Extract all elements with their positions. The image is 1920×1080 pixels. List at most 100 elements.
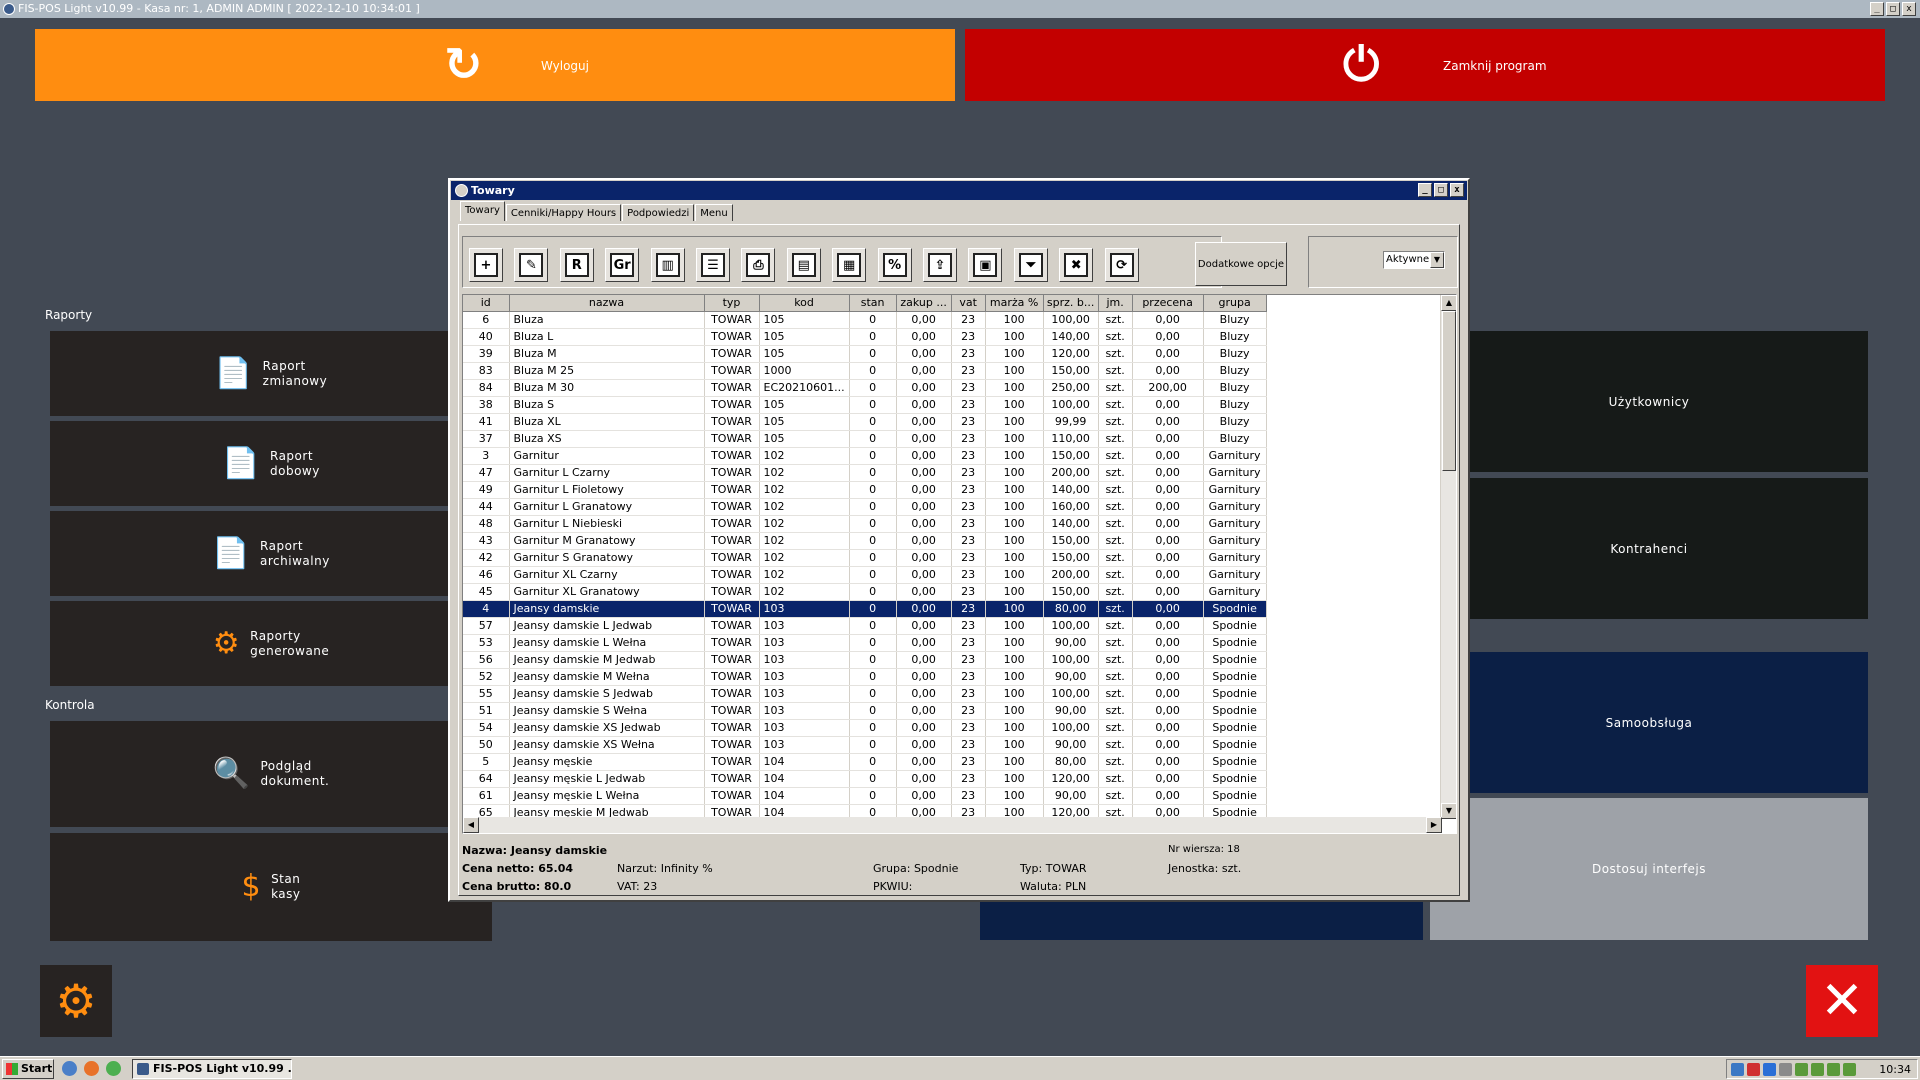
horizontal-scrollbar[interactable]: ◀ ▶ [463, 817, 1442, 833]
antivirus-icon[interactable] [1747, 1062, 1760, 1076]
vertical-scrollbar[interactable]: ▲ ▼ [1440, 295, 1456, 819]
table-row[interactable]: 61 Jeansy męskie L Wełna TOWAR 104 0 0,00 23 10… [463, 787, 1267, 805]
column-header[interactable]: id [463, 295, 510, 312]
table-row[interactable]: 55 Jeansy damskie S Jedwab TOWAR 103 0 0,00 23… [463, 685, 1267, 703]
generated-reports-tile[interactable]: ⚙ Raporty generowane [50, 601, 492, 686]
list-settings-button[interactable]: ☰ [696, 248, 730, 282]
cash-register-button[interactable]: ▦ [832, 248, 867, 282]
exit-button[interactable]: ✕ [1806, 965, 1878, 1037]
table-row[interactable]: 48 Garnitur L Niebieski TOWAR 102 0 0,00 23 100… [463, 515, 1267, 533]
dialog-maximize-button[interactable]: □ [1434, 183, 1448, 197]
settings-button[interactable]: ⚙ [40, 965, 112, 1037]
hidden-tile[interactable] [980, 898, 1423, 940]
table-row[interactable]: 45 Garnitur XL Granatowy TOWAR 102 0 0,00 23 10… [463, 583, 1267, 601]
table-row[interactable]: 54 Jeansy damskie XS Jedwab TOWAR 103 0 0,00 2… [463, 719, 1267, 737]
dialog-minimize-button[interactable]: _ [1418, 183, 1432, 197]
users-tile[interactable]: Użytkownicy [1430, 331, 1868, 472]
scroll-right-button[interactable]: ▶ [1426, 817, 1442, 833]
table-row[interactable]: 49 Garnitur L Fioletowy TOWAR 102 0 0,00 23 100… [463, 481, 1267, 499]
percent-button[interactable]: % [877, 248, 912, 282]
table-row[interactable]: 5 Jeansy męskie TOWAR 104 0 0,00 23 100 80,00 szt… [463, 753, 1267, 771]
shield-icon[interactable] [1763, 1062, 1776, 1076]
table-row[interactable]: 56 Jeansy damskie M Jedwab TOWAR 103 0 0,00 23… [463, 651, 1267, 669]
tab-products[interactable]: Towary [460, 201, 505, 221]
column-header[interactable]: kod [759, 295, 850, 312]
barcode-button[interactable]: ▥ [650, 248, 685, 282]
logout-button[interactable]: ↻ Wyloguj [35, 29, 955, 101]
table-row[interactable]: 84 Bluza M 30 TOWAR EC20210601... 0 0,00 23 100… [463, 379, 1267, 397]
table-row[interactable]: 64 Jeansy męskie L Jedwab TOWAR 104 0 0,00 23 1… [463, 770, 1267, 788]
column-header[interactable]: jm. [1098, 295, 1133, 312]
table-row[interactable]: 46 Garnitur XL Czarny TOWAR 102 0 0,00 23 100 20… [463, 566, 1267, 584]
tray-app-icon[interactable] [1795, 1062, 1808, 1076]
column-header[interactable]: typ [704, 295, 760, 312]
table-row[interactable]: 6 Bluza TOWAR 105 0 0,00 23 100 100,00 szt. 0,00 Bl… [463, 311, 1267, 329]
column-header[interactable]: grupa [1203, 295, 1267, 312]
r-button[interactable]: R [559, 248, 594, 282]
filter-button[interactable]: ⏷ [1013, 248, 1048, 282]
customize-interface-tile[interactable]: Dostosuj interfejs [1430, 798, 1868, 940]
tab-menu[interactable]: Menu [695, 204, 733, 221]
more-options-button[interactable]: Dodatkowe opcje [1195, 242, 1287, 286]
table-row[interactable]: 57 Jeansy damskie L Jedwab TOWAR 103 0 0,00 23… [463, 617, 1267, 635]
clear-filter-button[interactable]: ✖ [1059, 248, 1094, 282]
refresh-button[interactable]: ⟳ [1104, 248, 1139, 282]
table-row[interactable]: 50 Jeansy damskie XS Wełna TOWAR 103 0 0,00 23… [463, 736, 1267, 754]
chrome-icon[interactable] [106, 1061, 121, 1076]
printer-button[interactable]: ⎙ [741, 248, 776, 282]
table-row[interactable]: 53 Jeansy damskie L Wełna TOWAR 103 0 0,00 23 1… [463, 634, 1267, 652]
network-icon[interactable] [1731, 1062, 1744, 1076]
column-header[interactable]: nazwa [509, 295, 705, 312]
table-row[interactable]: 40 Bluza L TOWAR 105 0 0,00 23 100 140,00 szt. 0,0… [463, 328, 1267, 346]
gr-button[interactable]: Gr [605, 248, 640, 282]
column-header[interactable]: zakup ... [896, 295, 952, 312]
document-preview-tile[interactable]: 🔍 Podgląd dokument. [50, 721, 492, 827]
table-row[interactable]: 38 Bluza S TOWAR 105 0 0,00 23 100 100,00 szt. 0,0… [463, 396, 1267, 414]
table-row[interactable]: 47 Garnitur L Czarny TOWAR 102 0 0,00 23 100 200… [463, 464, 1267, 482]
table-row[interactable]: 4 Jeansy damskie TOWAR 103 0 0,00 23 100 80,00 sz… [463, 600, 1267, 618]
scroll-down-button[interactable]: ▼ [1441, 803, 1456, 819]
close-window-button[interactable]: x [1902, 2, 1916, 16]
tab-hints[interactable]: Podpowiedzi [622, 204, 695, 221]
tray-app-icon[interactable] [1811, 1062, 1824, 1076]
table-row[interactable]: 39 Bluza M TOWAR 105 0 0,00 23 100 120,00 szt. 0,0… [463, 345, 1267, 363]
save-button[interactable]: ▣ [968, 248, 1003, 282]
start-button[interactable]: Start [2, 1059, 54, 1079]
report-daily-tile[interactable]: 📄 Raport dobowy [50, 421, 492, 506]
scale-button[interactable]: ▤ [786, 248, 821, 282]
column-header[interactable]: marża % [985, 295, 1044, 312]
table-row[interactable]: 52 Jeansy damskie M Wełna TOWAR 103 0 0,00 23 1… [463, 668, 1267, 686]
table-row[interactable]: 44 Garnitur L Granatowy TOWAR 102 0 0,00 23 100… [463, 498, 1267, 516]
status-filter-select[interactable]: Aktywne ▼ [1383, 251, 1445, 269]
firefox-icon[interactable] [84, 1061, 99, 1076]
scroll-left-button[interactable]: ◀ [463, 817, 479, 833]
self-service-tile[interactable]: Samoobsługa [1430, 652, 1868, 793]
table-row[interactable]: 3 Garnitur TOWAR 102 0 0,00 23 100 150,00 szt. 0,0… [463, 447, 1267, 465]
maximize-button[interactable]: □ [1886, 2, 1900, 16]
table-row[interactable]: 42 Garnitur S Granatowy TOWAR 102 0 0,00 23 100… [463, 549, 1267, 567]
column-header[interactable]: vat [951, 295, 986, 312]
dialog-close-button[interactable]: x [1450, 183, 1464, 197]
report-archive-tile[interactable]: 📄 Raport archiwalny [50, 511, 492, 596]
table-row[interactable]: 37 Bluza XS TOWAR 105 0 0,00 23 100 110,00 szt. 0,… [463, 430, 1267, 448]
scroll-thumb[interactable] [1442, 311, 1456, 471]
tab-pricelists[interactable]: Cenniki/Happy Hours [505, 204, 622, 221]
close-program-button[interactable]: ⏻ Zamknij program [965, 29, 1885, 101]
table-row[interactable]: 43 Garnitur M Granatowy TOWAR 102 0 0,00 23 100… [463, 532, 1267, 550]
table-row[interactable]: 83 Bluza M 25 TOWAR 1000 0 0,00 23 100 150,00 szt… [463, 362, 1267, 380]
ie-icon[interactable] [62, 1061, 77, 1076]
cash-state-tile[interactable]: $ Stan kasy [50, 833, 492, 941]
report-shift-tile[interactable]: 📄 Raport zmianowy [50, 331, 492, 416]
add-button[interactable]: + [469, 248, 503, 282]
scroll-up-button[interactable]: ▲ [1441, 295, 1456, 311]
taskbar-app-button[interactable]: FIS-POS Light v10.99 ... [132, 1059, 292, 1079]
tray-app-icon[interactable] [1843, 1062, 1856, 1076]
column-header[interactable]: stan [849, 295, 897, 312]
edit-button[interactable]: ✎ [514, 248, 549, 282]
export-button[interactable]: ⇪ [923, 248, 957, 282]
speaker-icon[interactable] [1779, 1062, 1792, 1076]
minimize-button[interactable]: _ [1870, 2, 1884, 16]
table-row[interactable]: 51 Jeansy damskie S Wełna TOWAR 103 0 0,00 23 1… [463, 702, 1267, 720]
tray-app-icon[interactable] [1827, 1062, 1840, 1076]
table-row[interactable]: 41 Bluza XL TOWAR 105 0 0,00 23 100 99,99 szt. 0,0… [463, 413, 1267, 431]
